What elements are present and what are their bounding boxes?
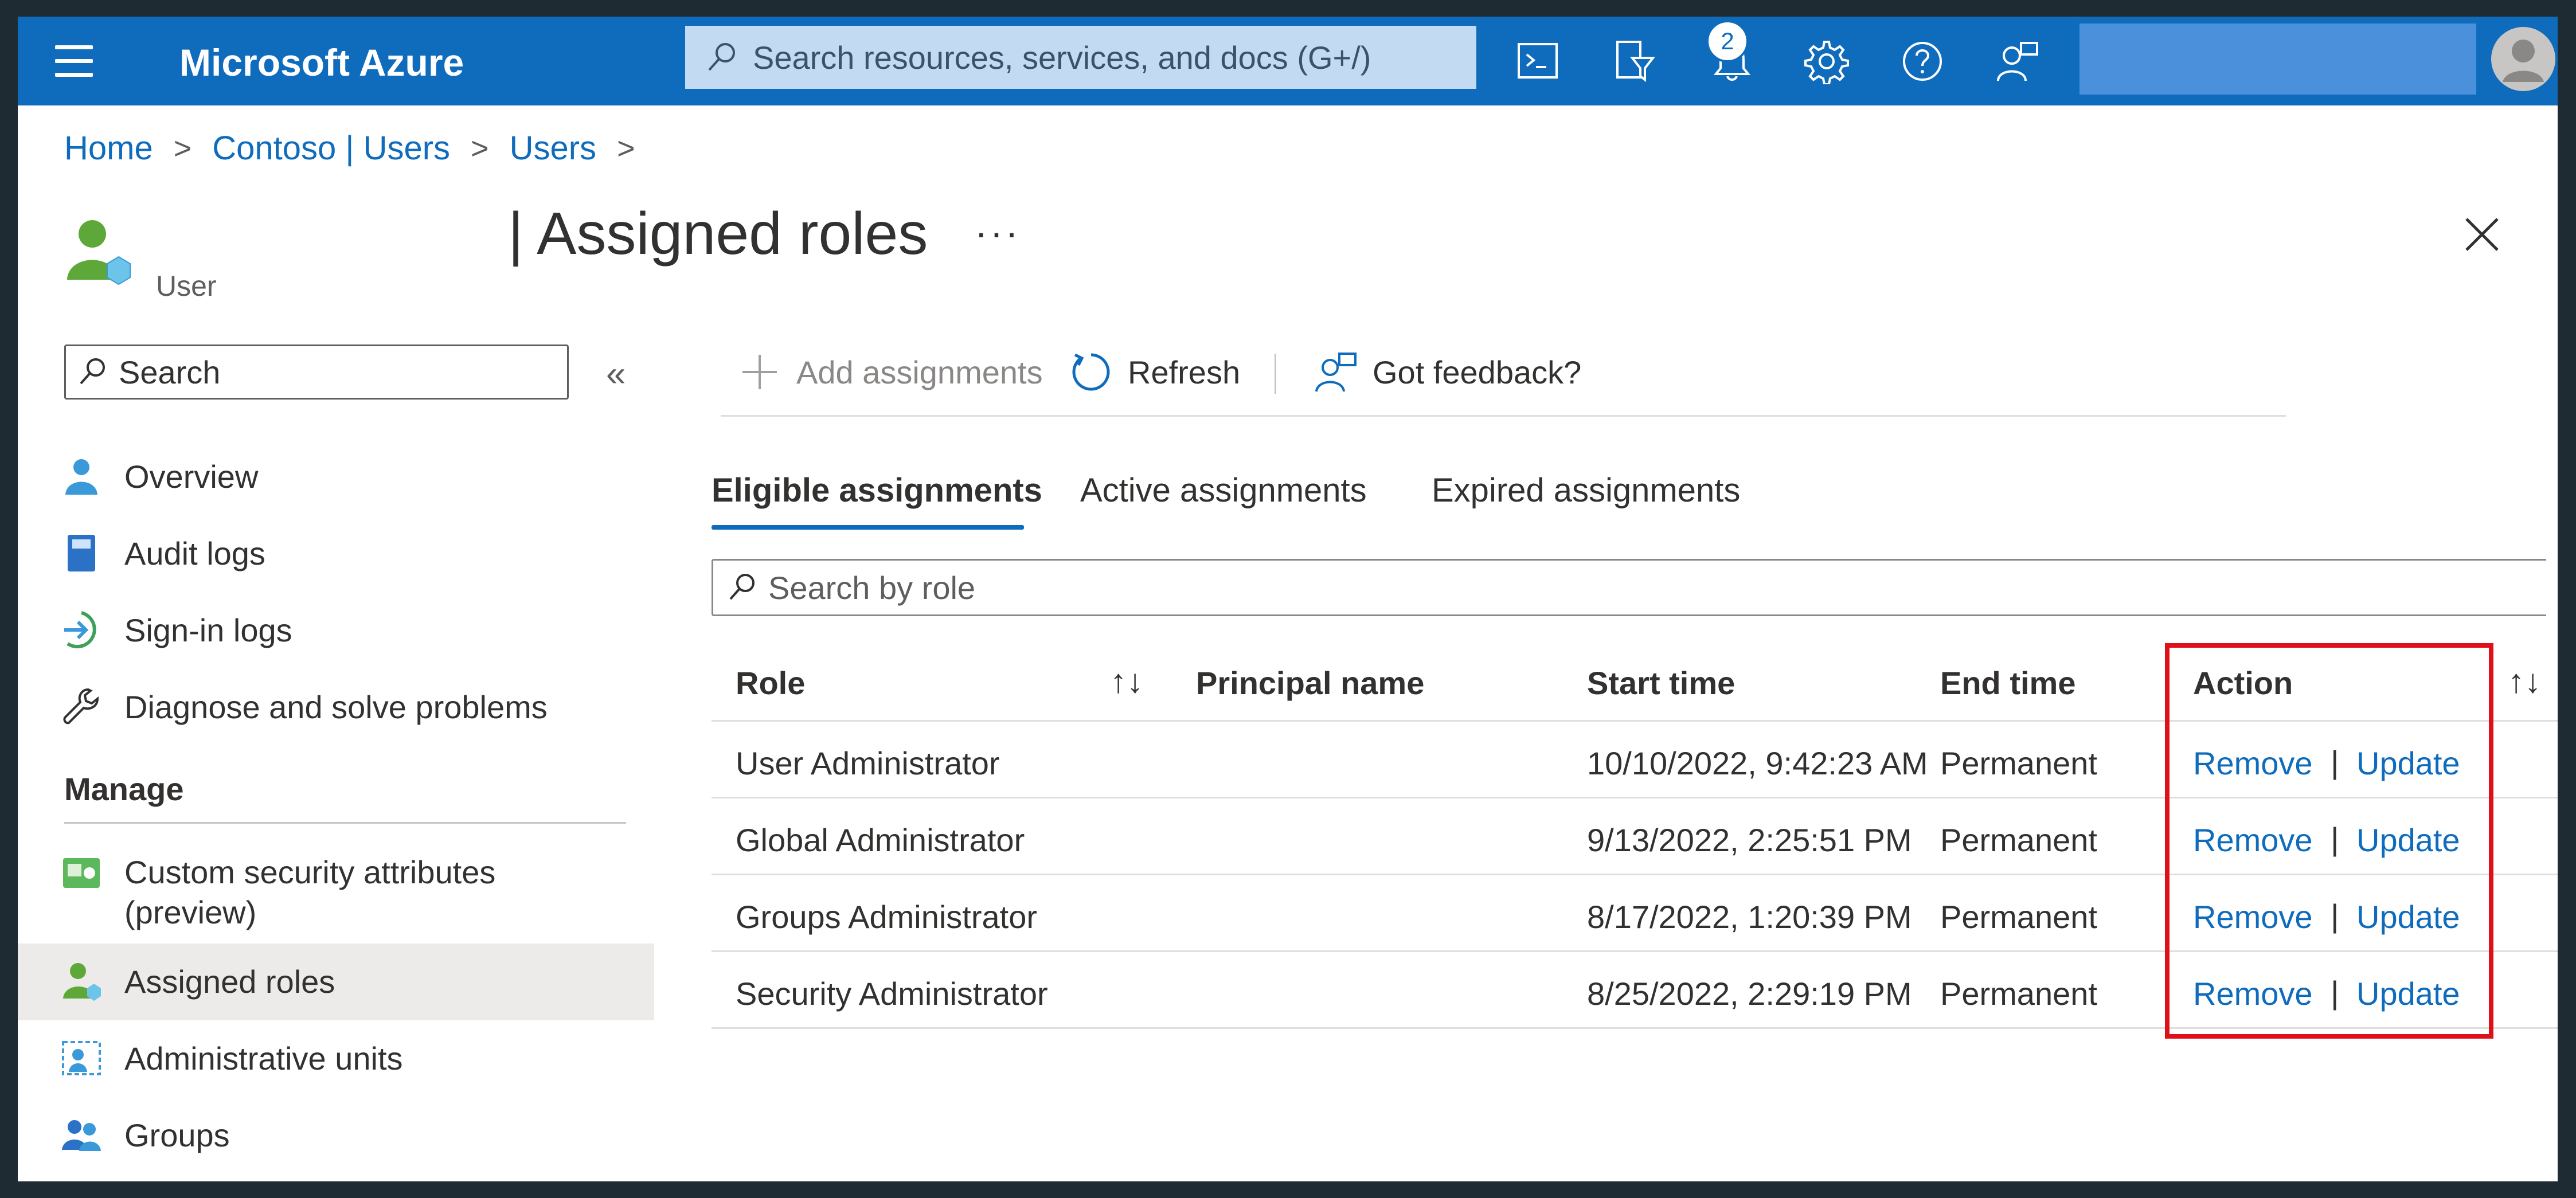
column-header-start-time[interactable]: Start time	[1587, 664, 1735, 702]
sidebar-item-label: Overview	[124, 459, 259, 495]
sidebar-item-sign-in-logs[interactable]: Sign-in logs	[18, 593, 654, 670]
chevron-right-icon: >	[173, 131, 192, 166]
sign-in-icon	[64, 611, 96, 649]
sidebar-item-groups[interactable]: Groups	[18, 1097, 654, 1174]
role-cell: User Administrator	[736, 745, 1000, 781]
start-time-cell: 8/17/2022, 1:20:39 PM	[1587, 899, 1912, 935]
refresh-label: Refresh	[1128, 354, 1241, 390]
command-bar: Add assignments Refresh Got feedback?	[721, 338, 2286, 412]
groups-icon	[62, 1120, 101, 1151]
role-cell: Security Administrator	[736, 976, 1048, 1012]
tab-active-assignments[interactable]: Active assignments	[1080, 471, 1367, 510]
avatar[interactable]	[2489, 22, 2558, 96]
sidebar-item-diagnose[interactable]: Diagnose and solve problems	[18, 670, 654, 747]
sort-icon[interactable]: ↑↓	[2508, 662, 2541, 700]
sidebar-item-custom-security-attributes[interactable]: Custom security attributes (preview)	[18, 841, 654, 939]
feedback-icon	[1315, 353, 1357, 392]
tab-expired-assignments[interactable]: Expired assignments	[1432, 471, 1740, 510]
sidebar-item-label: Groups	[124, 1117, 230, 1153]
chevron-right-icon: >	[471, 131, 489, 166]
end-time-cell: Permanent	[1940, 976, 2097, 1012]
user-icon	[65, 459, 97, 495]
sidebar-search-input[interactable]: Search	[64, 344, 569, 400]
refresh-button[interactable]: Refresh	[1069, 346, 1240, 398]
breadcrumb-home[interactable]: Home	[64, 129, 153, 167]
start-time-cell: 8/25/2022, 2:29:19 PM	[1587, 976, 1912, 1012]
sidebar-item-label: Sign-in logs	[124, 612, 292, 648]
global-search-placeholder: Search resources, services, and docs (G+…	[753, 39, 1371, 76]
sidebar-item-label-preview: (preview)	[124, 894, 257, 930]
notification-badge: 2	[1706, 20, 1749, 62]
plus-icon	[742, 355, 777, 389]
role-search-placeholder: Search by role	[768, 569, 976, 606]
sidebar-item-label: Administrative units	[124, 1040, 403, 1076]
more-options-icon[interactable]: ···	[975, 210, 1021, 255]
role-search-input[interactable]: Search by role	[712, 559, 2546, 616]
column-header-principal-name[interactable]: Principal name	[1196, 664, 1424, 702]
end-time-cell: Permanent	[1940, 822, 2097, 858]
account-area[interactable]	[2079, 24, 2476, 95]
user-role-icon	[63, 963, 101, 1001]
start-time-cell: 10/10/2022, 9:42:23 AM	[1587, 745, 1928, 781]
security-attributes-icon	[63, 858, 100, 888]
sidebar-item-label: Audit logs	[124, 535, 265, 571]
tab-eligible-assignments[interactable]: Eligible assignments	[712, 471, 1042, 510]
sidebar-item-label: Diagnose and solve problems	[124, 689, 548, 725]
column-header-role[interactable]: Role	[736, 664, 805, 702]
azure-portal-window: Microsoft Azure Search resources, servic…	[18, 17, 2558, 1181]
cloud-shell-icon[interactable]	[1515, 38, 1561, 84]
hamburger-icon[interactable]	[55, 45, 93, 77]
search-icon	[708, 43, 735, 71]
directory-filter-icon[interactable]	[1612, 38, 1658, 84]
close-icon[interactable]	[2462, 214, 2502, 255]
gear-icon[interactable]	[1804, 38, 1850, 84]
sidebar-item-administrative-units[interactable]: Administrative units	[18, 1020, 654, 1097]
admin-units-icon	[62, 1041, 101, 1075]
sidebar-item-audit-logs[interactable]: Audit logs	[18, 516, 654, 593]
brand-title[interactable]: Microsoft Azure	[179, 41, 464, 84]
book-icon	[68, 535, 95, 571]
breadcrumb: Home > Contoso | Users > Users >	[64, 129, 656, 167]
feedback-label: Got feedback?	[1373, 354, 1582, 390]
global-search-input[interactable]: Search resources, services, and docs (G+…	[685, 26, 1476, 89]
start-time-cell: 9/13/2022, 2:25:51 PM	[1587, 822, 1912, 858]
help-icon[interactable]	[1899, 38, 1945, 84]
end-time-cell: Permanent	[1940, 745, 2097, 781]
active-tab-indicator	[712, 525, 1024, 530]
user-role-icon	[67, 220, 131, 285]
breadcrumb-users[interactable]: Users	[510, 129, 596, 167]
sidebar-item-label: Custom security attributes	[124, 854, 496, 890]
collapse-sidebar-icon[interactable]: «	[606, 354, 626, 394]
page-subtitle: User	[156, 270, 217, 302]
sidebar-search-placeholder: Search	[119, 354, 221, 390]
refresh-icon	[1072, 353, 1110, 391]
section-manage-heading: Manage	[64, 771, 184, 807]
chevron-right-icon: >	[617, 131, 635, 166]
wrench-icon	[63, 688, 99, 725]
toolbar-divider	[1275, 354, 1276, 394]
search-icon	[729, 574, 755, 600]
search-icon	[80, 358, 105, 385]
feedback-button[interactable]: Got feedback?	[1314, 346, 1581, 398]
end-time-cell: Permanent	[1940, 899, 2097, 935]
role-cell: Groups Administrator	[736, 899, 1037, 935]
sidebar-item-overview[interactable]: Overview	[18, 440, 654, 516]
top-bar: Microsoft Azure Search resources, servic…	[18, 17, 2558, 105]
add-assignments-button[interactable]: Add assignments	[738, 346, 1043, 398]
role-cell: Global Administrator	[736, 822, 1025, 858]
divider	[64, 822, 626, 824]
sidebar-item-label: Assigned roles	[124, 964, 335, 1000]
column-header-end-time[interactable]: End time	[1940, 664, 2075, 702]
toolbar-divider-line	[721, 415, 2286, 417]
feedback-icon[interactable]	[1995, 38, 2041, 84]
action-column-highlight	[2165, 643, 2493, 1039]
sort-icon[interactable]: ↑↓	[1110, 662, 1143, 700]
add-assignments-label: Add assignments	[796, 354, 1043, 390]
page-title: | Assigned roles	[508, 201, 928, 267]
sidebar-item-assigned-roles[interactable]: Assigned roles	[18, 943, 654, 1020]
breadcrumb-contoso-users[interactable]: Contoso | Users	[212, 129, 450, 167]
